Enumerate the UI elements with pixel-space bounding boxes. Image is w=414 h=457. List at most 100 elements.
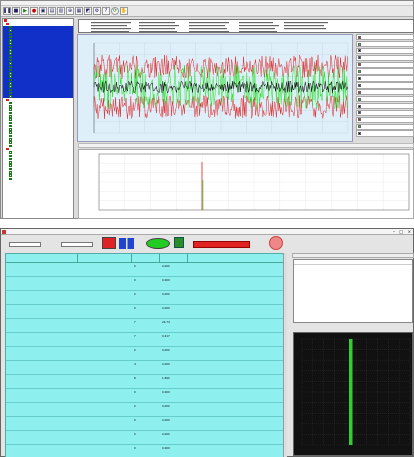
legend-item[interactable] [356,62,414,68]
checkbox-icon[interactable] [9,92,12,95]
red-bar-button[interactable] [193,241,250,248]
table-row[interactable]: 0 0.000 [6,403,286,417]
field-input[interactable] [61,242,93,247]
checkbox-icon[interactable] [9,158,12,161]
checkbox-icon[interactable] [9,52,12,55]
checkbox-icon[interactable] [9,108,12,111]
checkbox-icon[interactable] [9,95,12,98]
checkbox-icon[interactable] [9,135,12,138]
checkbox-icon[interactable] [9,26,12,29]
legend-item[interactable] [356,124,414,130]
checkbox-icon[interactable] [9,128,12,131]
save-icon[interactable] [174,237,184,248]
table-header-cell[interactable] [78,254,132,262]
pause-icon[interactable]: ❚❚ [3,7,11,15]
checkbox-icon[interactable] [9,141,12,144]
grid-icon[interactable]: ▦ [75,7,83,15]
checkbox-icon[interactable] [9,89,12,92]
legend-item[interactable] [356,55,414,61]
refresh-icon[interactable]: ⟳ [111,7,119,15]
checkbox-icon[interactable] [6,23,9,26]
stop-record-button[interactable] [269,236,283,250]
stop-icon[interactable]: ■ [12,7,20,15]
checkbox-icon[interactable] [4,19,7,22]
settings-icon[interactable]: ⚙ [93,7,101,15]
checkbox-icon[interactable] [9,72,12,75]
checkbox-icon[interactable] [6,148,9,151]
checkbox-icon[interactable] [9,62,12,65]
checkbox-icon[interactable] [9,131,12,134]
table-row[interactable]: 0 0.000 [6,277,286,291]
open-icon[interactable]: ▤ [48,7,56,15]
legend-item[interactable] [356,89,414,95]
spectrum-chart[interactable] [78,149,414,219]
checkbox-icon[interactable] [9,79,12,82]
waveform-chart[interactable] [77,34,353,142]
checkbox-icon[interactable] [9,42,12,45]
checkbox-icon[interactable] [9,49,12,52]
green-oval-button[interactable] [146,238,170,249]
legend-item[interactable] [356,96,414,102]
legend-item[interactable] [356,48,414,54]
table-row[interactable]: 0 0.000 [6,389,286,403]
hand-icon[interactable]: ✋ [120,7,128,15]
minimize-button[interactable]: – [393,229,395,234]
table-header-cell[interactable] [160,254,188,262]
checkbox-icon[interactable] [9,115,12,118]
checkbox-icon[interactable] [9,178,12,181]
zoom-icon[interactable]: ⊕ [66,7,74,15]
checkbox-icon[interactable] [9,151,12,154]
legend-item[interactable] [356,34,414,40]
checkbox-icon[interactable] [9,125,12,128]
legend-item[interactable] [356,75,414,81]
print-icon[interactable]: ▥ [57,7,65,15]
table-header-cell[interactable] [6,254,78,262]
table-row[interactable]: 0 0.000 [6,305,286,319]
table-row[interactable]: 0 0.000 [6,417,286,431]
checkbox-icon[interactable] [9,66,12,69]
checkbox-icon[interactable] [9,174,12,177]
legend-item[interactable] [356,130,414,136]
table-row[interactable]: 0 0.000 [6,263,286,277]
red-square-button[interactable] [102,237,116,249]
checkbox-icon[interactable] [9,46,12,49]
legend-item[interactable] [356,110,414,116]
legend-item[interactable] [356,117,414,123]
checkbox-icon[interactable] [9,122,12,125]
checkbox-icon[interactable] [9,69,12,72]
checkbox-icon[interactable] [6,99,9,102]
tree-node[interactable] [3,177,73,180]
checkbox-icon[interactable] [9,105,12,108]
table-header-cell[interactable] [188,254,284,262]
checkbox-icon[interactable] [9,164,12,167]
checkbox-icon[interactable] [9,145,12,148]
checkbox-icon[interactable] [9,75,12,78]
maximize-button[interactable]: □ [399,229,403,234]
checkbox-icon[interactable] [9,59,12,62]
checkbox-icon[interactable] [9,168,12,171]
checkbox-icon[interactable] [9,29,12,32]
table-row[interactable]: 7 0.217 [6,333,286,347]
table-row[interactable]: 0 0.000 [6,291,286,305]
checkbox-icon[interactable] [9,82,12,85]
legend-item[interactable] [356,82,414,88]
field-input[interactable] [9,242,41,247]
table-row[interactable]: 0 0.000 [6,347,286,361]
legend-item[interactable] [356,41,414,47]
checkbox-icon[interactable] [9,36,12,39]
checkbox-icon[interactable] [9,102,12,105]
checkbox-icon[interactable] [9,155,12,158]
checkbox-icon[interactable] [9,33,12,36]
dark-spectrum-chart[interactable] [293,332,413,456]
checkbox-icon[interactable] [9,112,12,115]
table-row[interactable]: 7 24.74 [6,319,286,333]
checkbox-icon[interactable] [9,85,12,88]
legend-item[interactable] [356,68,414,74]
checkbox-icon[interactable] [9,39,12,42]
table-row[interactable]: 0 0.000 [6,431,286,445]
blue-bars-button[interactable] [119,238,134,249]
play-icon[interactable]: ▶ [21,7,29,15]
checkbox-icon[interactable] [9,161,12,164]
checkbox-icon[interactable] [9,138,12,141]
table-header-cell[interactable] [132,254,160,262]
